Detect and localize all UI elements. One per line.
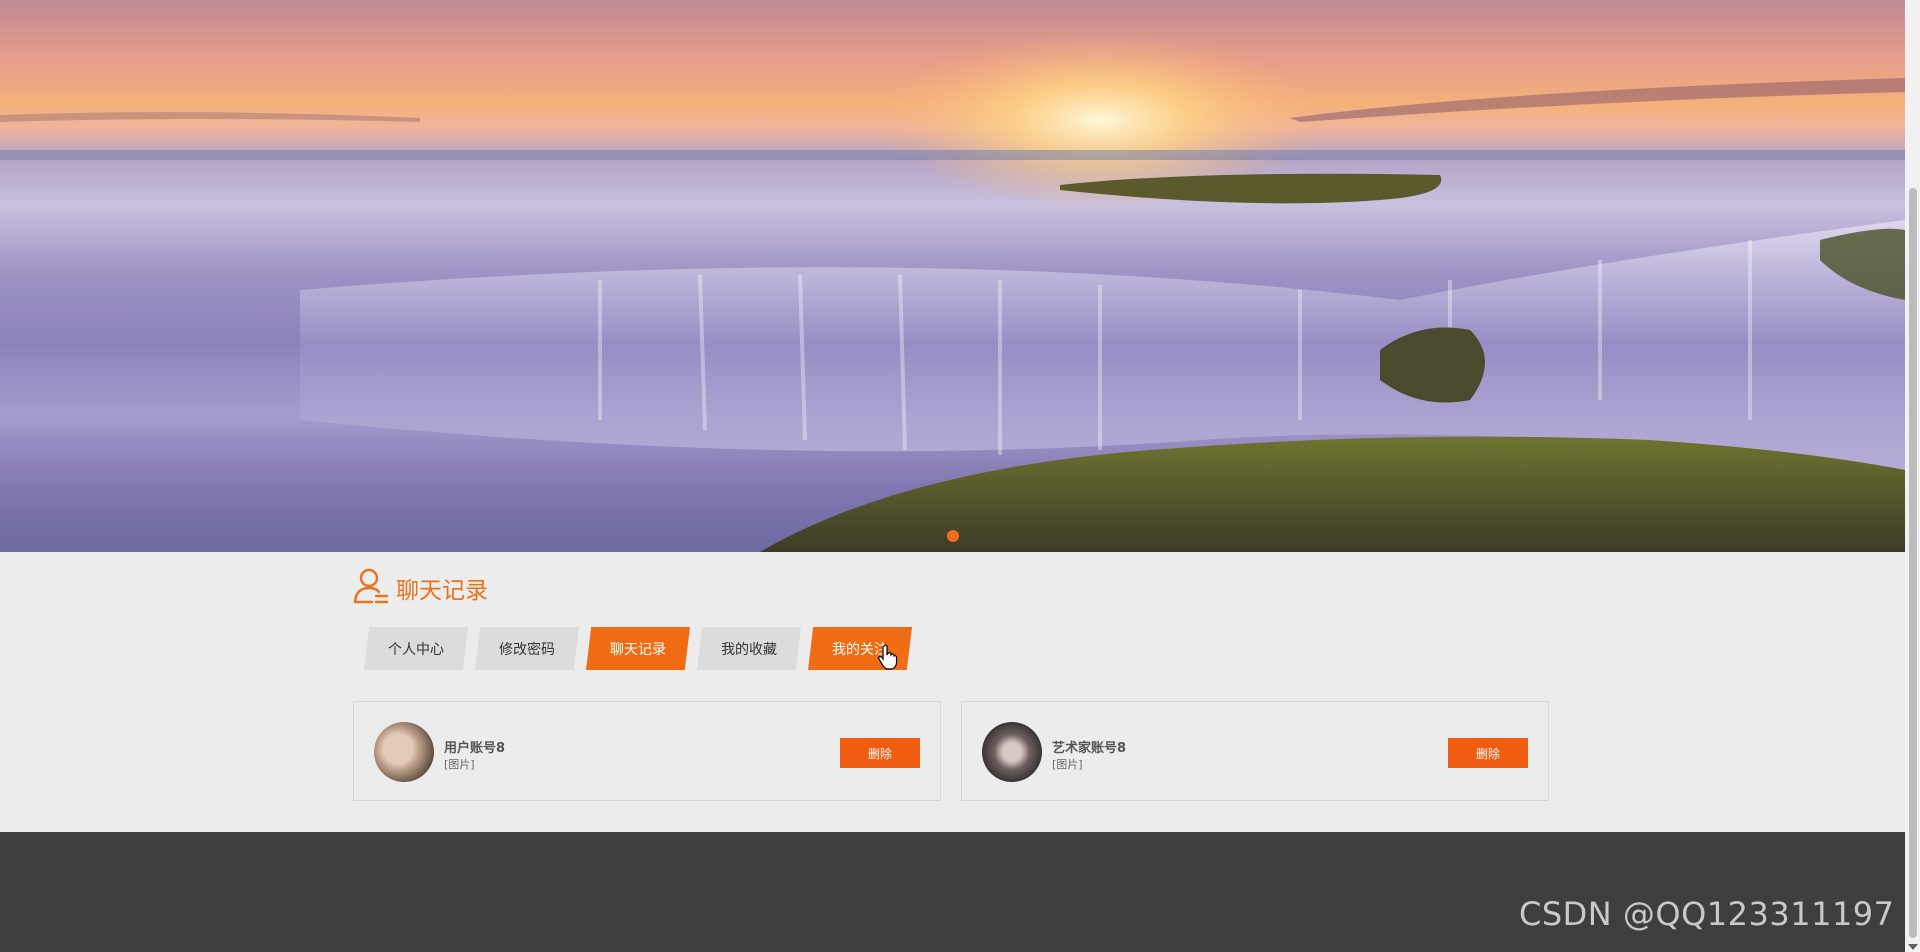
carousel-indicator-dot[interactable] (947, 530, 959, 542)
hero-banner (0, 0, 1905, 552)
scrollbar-thumb[interactable] (1909, 188, 1917, 938)
chat-contact-name: 用户账号8 (444, 741, 506, 756)
profile-tabs: 个人中心 修改密码 聊天记录 我的收藏 我的关注 (364, 627, 912, 670)
chat-contact-name: 艺术家账号8 (1052, 741, 1127, 756)
page: 聊天记录 个人中心 修改密码 聊天记录 我的收藏 我的关注 用户账号8 [图片]… (0, 0, 1920, 952)
page-title: 聊天记录 (396, 578, 488, 604)
page-footer (0, 832, 1905, 952)
chat-list: 用户账号8 [图片] 删除 艺术家账号8 [图片] 删除 (353, 701, 1549, 801)
chat-card[interactable]: 艺术家账号8 [图片] 删除 (961, 701, 1549, 801)
chat-last-message: [图片] (444, 758, 475, 771)
avatar (982, 722, 1042, 782)
tab-change-password[interactable]: 修改密码 (475, 627, 579, 670)
banner-landscape-image (0, 30, 1905, 552)
tab-my-favorites[interactable]: 我的收藏 (697, 627, 801, 670)
section-heading: 聊天记录 (352, 568, 488, 608)
delete-button[interactable]: 删除 (1448, 738, 1528, 768)
tab-personal-center[interactable]: 个人中心 (364, 627, 468, 670)
csdn-watermark: CSDN @QQ123311197 (1519, 895, 1895, 933)
vertical-scrollbar[interactable] (1905, 0, 1920, 952)
tab-my-follows[interactable]: 我的关注 (808, 627, 912, 670)
delete-button[interactable]: 删除 (840, 738, 920, 768)
chat-card[interactable]: 用户账号8 [图片] 删除 (353, 701, 941, 801)
user-list-icon (352, 566, 390, 610)
avatar (374, 722, 434, 782)
tab-chat-history[interactable]: 聊天记录 (586, 627, 690, 670)
chat-last-message: [图片] (1052, 758, 1083, 771)
scroll-down-arrow-icon[interactable] (1908, 944, 1918, 950)
